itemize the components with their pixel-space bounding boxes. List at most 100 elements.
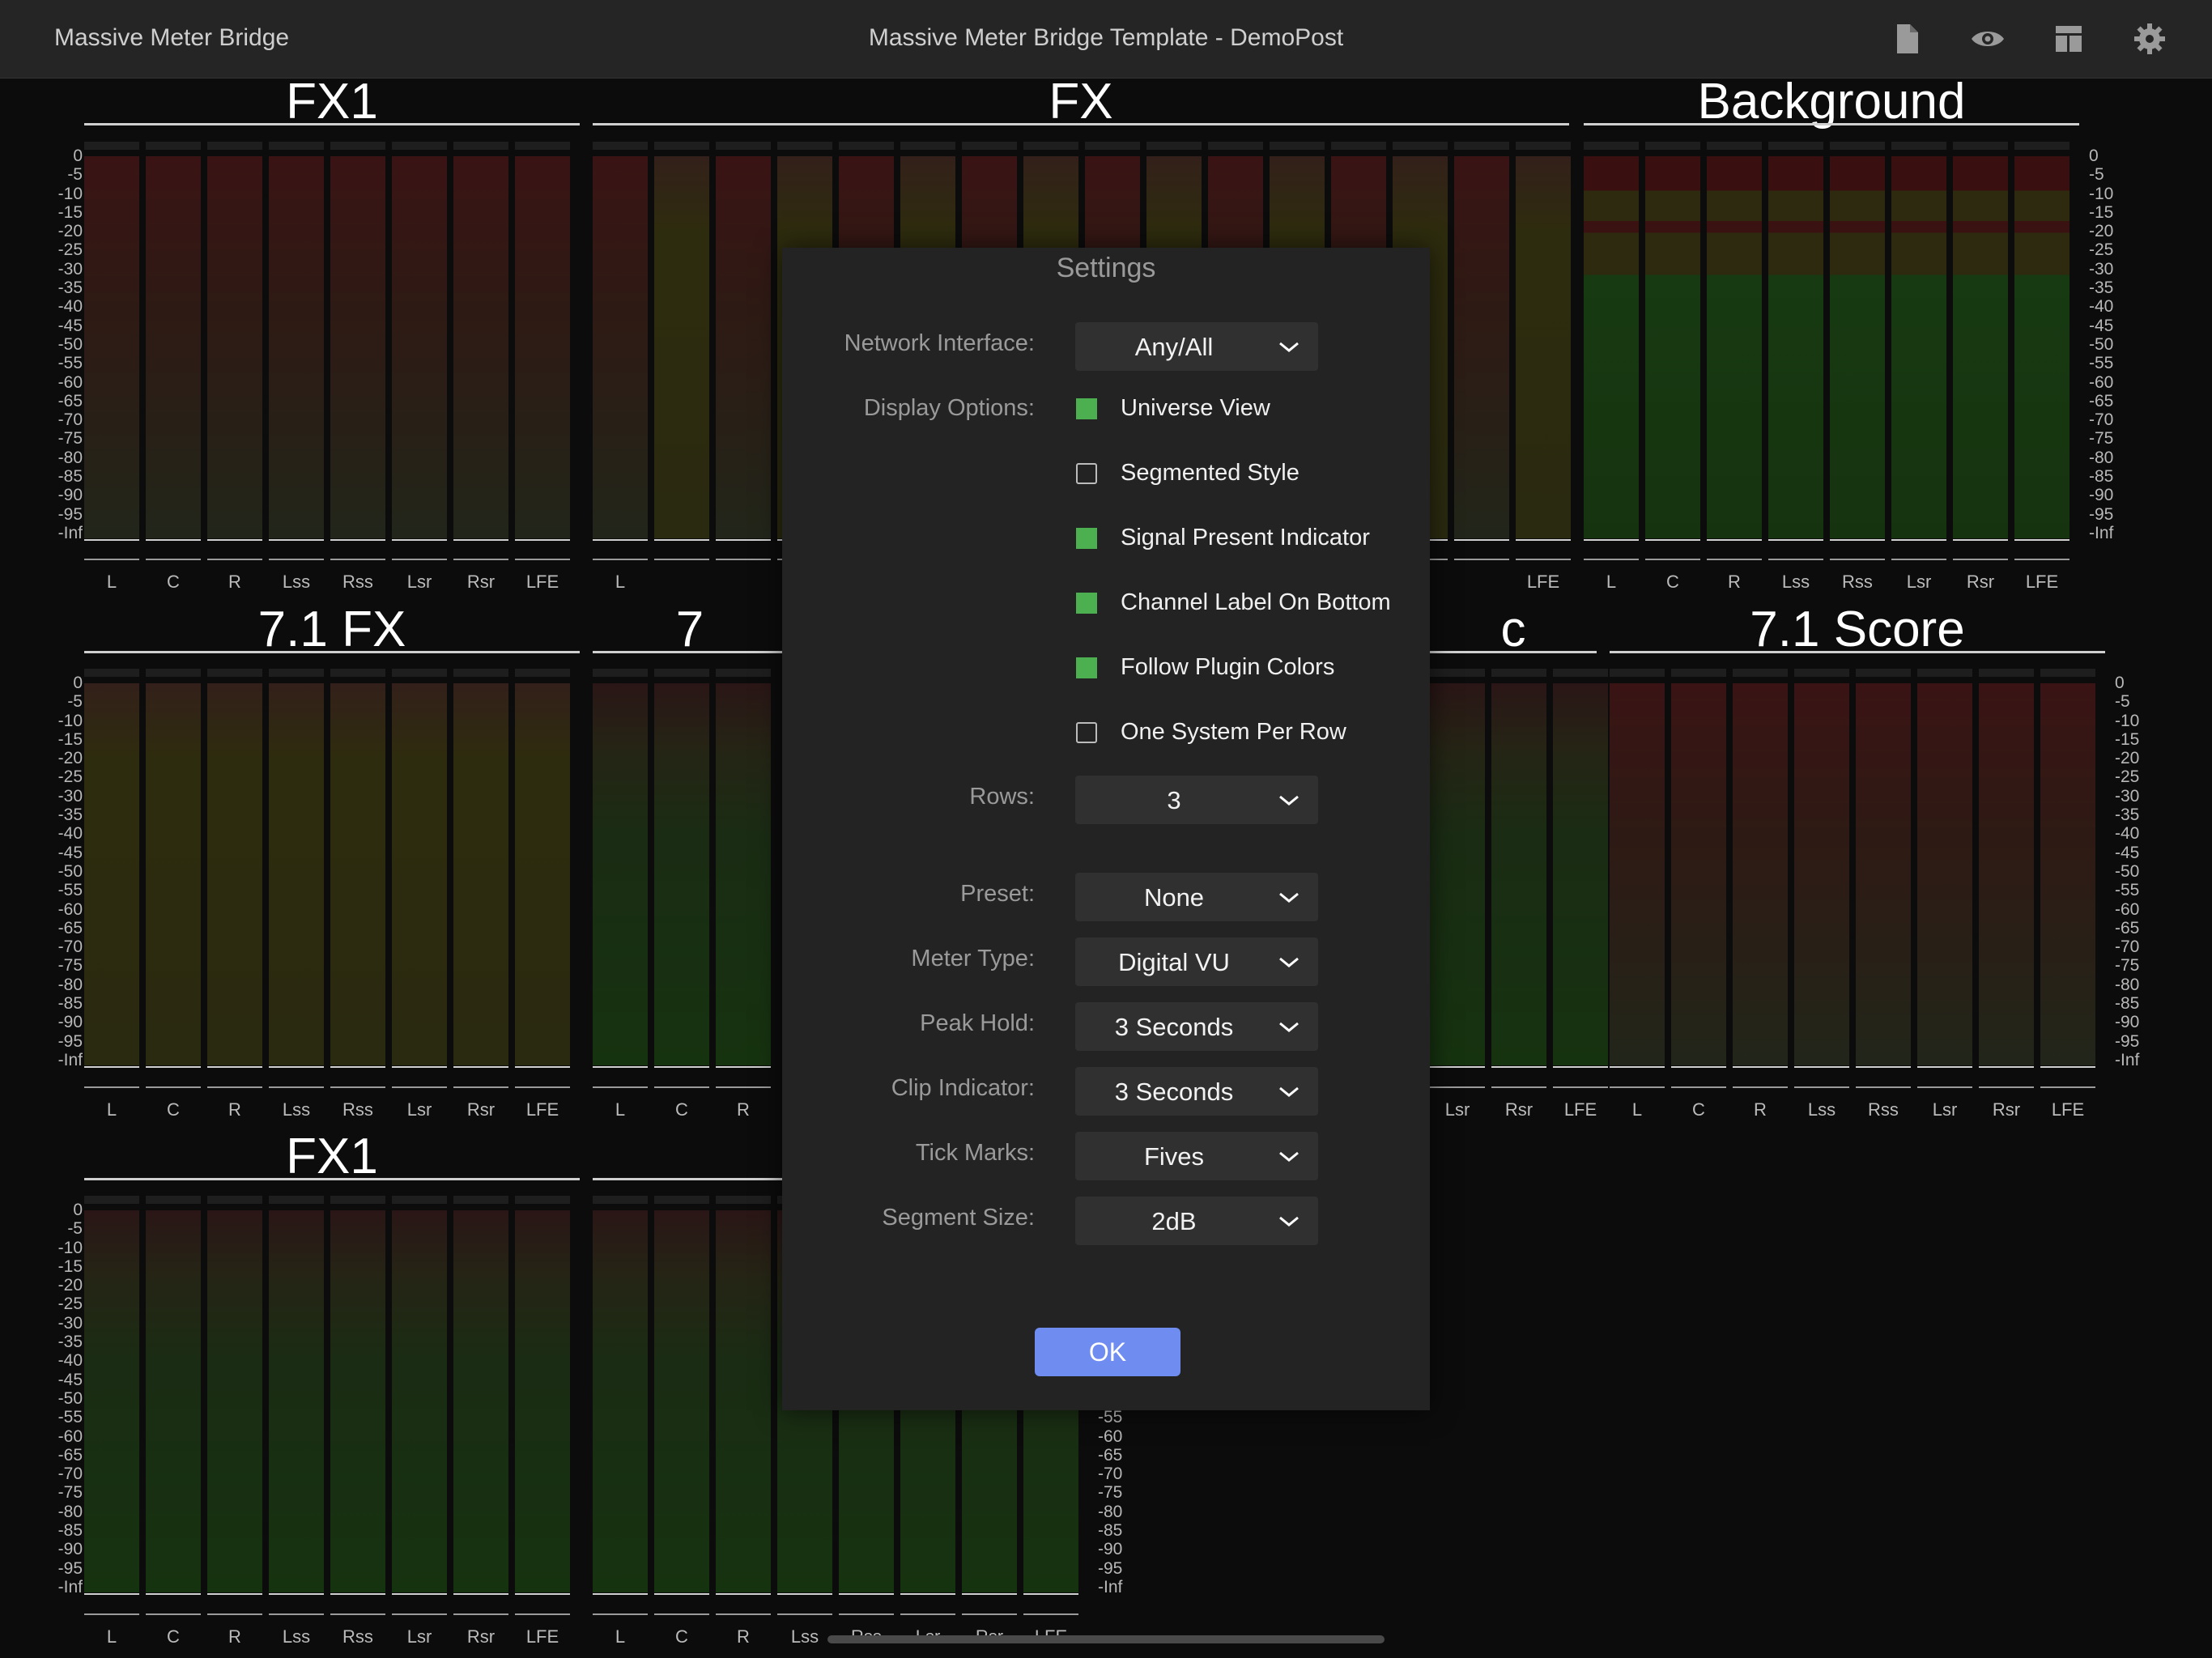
ok-button[interactable]: OK	[1035, 1328, 1180, 1376]
checkbox-label[interactable]: One System Per Row	[1121, 719, 1346, 746]
meter-bar	[207, 1210, 262, 1592]
segment-size-dropdown[interactable]: 2dB	[1075, 1197, 1318, 1245]
clip-indicator-dropdown[interactable]: 3 Seconds	[1075, 1067, 1318, 1116]
meter-bar	[654, 156, 709, 538]
peak-indicator	[453, 1196, 508, 1204]
meter-bar	[146, 156, 201, 538]
channel-meter	[146, 1196, 201, 1615]
meter-group[interactable]: c	[1430, 602, 1597, 657]
scale-tick-label: -Inf	[2115, 1050, 2140, 1069]
channel-label: R	[737, 1099, 750, 1120]
channel-meter	[269, 1196, 324, 1615]
peak-hold-dropdown[interactable]: 3 Seconds	[1075, 1002, 1318, 1051]
checkbox[interactable]	[1076, 722, 1097, 743]
scale-tick-label: -50	[57, 1388, 83, 1408]
meter-bar	[593, 156, 648, 538]
meter-group[interactable]: 7	[593, 602, 787, 657]
preset-dropdown[interactable]: None	[1075, 873, 1318, 921]
label-underline	[2040, 1086, 2095, 1088]
scale-tick-label: -90	[2089, 486, 2114, 505]
meter-group[interactable]: 7.1 FX	[84, 602, 580, 657]
meter-group[interactable]: FX1	[84, 74, 580, 130]
rows-dropdown[interactable]: 3	[1075, 776, 1318, 824]
checkbox[interactable]	[1076, 463, 1097, 484]
gear-icon[interactable]	[2130, 19, 2169, 58]
meter-baseline	[1733, 1066, 1788, 1068]
peak-indicator	[207, 142, 262, 150]
channel-label: C	[675, 1626, 688, 1647]
channel-meter	[716, 142, 771, 560]
scale-tick-label: -60	[57, 1426, 83, 1446]
meter-group[interactable]: 7.1 Score	[1610, 602, 2105, 657]
chevron-down-icon	[1279, 1151, 1299, 1162]
label-underline	[1830, 559, 1885, 560]
meter-baseline	[207, 539, 262, 541]
channel-meter	[1430, 669, 1485, 1088]
layout-icon[interactable]	[2049, 19, 2088, 58]
meter-baseline	[1491, 1066, 1546, 1068]
meter-group[interactable]: Background	[1584, 74, 2079, 130]
channel-meter	[1830, 142, 1885, 560]
meter-baseline	[453, 539, 508, 541]
meter-group[interactable]: FX1	[84, 1129, 580, 1184]
scale-tick-label: -Inf	[1098, 1577, 1123, 1596]
file-icon[interactable]	[1887, 19, 1926, 58]
scale-tick-label: -70	[2089, 410, 2114, 430]
scale-tick-label: -30	[57, 786, 83, 806]
db-scale: 0-5-10-15-20-25-30-35-40-45-50-55-60-65-…	[0, 1201, 83, 1596]
group-divider	[84, 123, 580, 125]
eye-icon[interactable]	[1968, 19, 2007, 58]
checkbox[interactable]	[1076, 593, 1097, 614]
peak-indicator	[1953, 142, 2008, 150]
channel-meter	[392, 142, 447, 560]
scale-tick-label: -95	[2115, 1031, 2140, 1051]
peak-indicator	[269, 1196, 324, 1204]
meter-bar	[392, 683, 447, 1065]
channel-meter	[207, 142, 262, 560]
peak-indicator	[1856, 669, 1911, 677]
meter-bar	[84, 1210, 139, 1592]
scale-tick-label: -90	[57, 1540, 83, 1559]
checkbox-label[interactable]: Segmented Style	[1121, 460, 1300, 487]
meter-bar	[716, 156, 771, 538]
peak-indicator	[1516, 142, 1571, 150]
meter-type-dropdown[interactable]: Digital VU	[1075, 937, 1318, 986]
checkbox-label[interactable]: Channel Label On Bottom	[1121, 589, 1391, 616]
scale-tick-label: -20	[57, 222, 83, 241]
meter-baseline	[593, 539, 648, 541]
horizontal-scrollbar[interactable]	[827, 1635, 1385, 1643]
peak-indicator	[654, 1196, 709, 1204]
scale-tick-label: -70	[57, 937, 83, 957]
tick-marks-dropdown[interactable]: Fives	[1075, 1132, 1318, 1180]
meter-bar	[515, 1210, 570, 1592]
channel-label: Lss	[1781, 572, 1810, 592]
channel-meter	[269, 142, 324, 560]
meter-baseline	[900, 1593, 955, 1595]
scale-tick-label: -85	[57, 1521, 83, 1541]
network-interface-dropdown[interactable]: Any/All	[1075, 322, 1318, 371]
checkbox-label[interactable]: Follow Plugin Colors	[1121, 654, 1334, 681]
rows-label: Rows:	[969, 784, 1035, 810]
scale-tick-label: -85	[2089, 467, 2114, 487]
peak-indicator	[330, 142, 385, 150]
scale-tick-label: -65	[57, 391, 83, 410]
label-underline	[453, 1086, 508, 1088]
checkbox[interactable]	[1076, 657, 1097, 678]
checkbox[interactable]	[1076, 528, 1097, 549]
meter-bar	[1891, 156, 1946, 538]
meter-bar	[1707, 156, 1762, 538]
meter-bar	[1645, 156, 1700, 538]
scale-tick-label: -10	[2089, 184, 2114, 203]
channel-meter	[1917, 669, 1972, 1088]
checkbox-label[interactable]: Universe View	[1121, 395, 1270, 422]
scale-tick-label: -5	[67, 165, 83, 185]
scale-tick-label: -85	[57, 467, 83, 487]
checkbox[interactable]	[1076, 398, 1097, 419]
meter-baseline	[453, 1066, 508, 1068]
meter-bar	[1430, 683, 1485, 1065]
label-underline	[207, 559, 262, 560]
meter-group[interactable]: FX	[593, 74, 1569, 130]
peak-indicator	[392, 142, 447, 150]
peak-indicator	[146, 142, 201, 150]
checkbox-label[interactable]: Signal Present Indicator	[1121, 525, 1370, 551]
